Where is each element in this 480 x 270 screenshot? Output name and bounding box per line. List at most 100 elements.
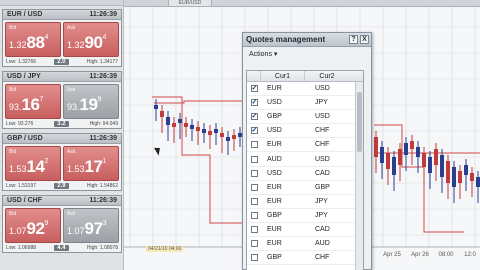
candle-body — [374, 137, 378, 157]
header-cur1[interactable]: Cur1 — [261, 71, 305, 81]
candle-body — [434, 149, 438, 165]
sell-price-pips: 92 — [26, 219, 45, 238]
row-checkbox-cell — [247, 225, 261, 233]
cur2-cell: CHF — [315, 254, 330, 262]
unchecked-checkbox[interactable] — [250, 169, 258, 177]
buy-price-fraction: 1 — [102, 158, 107, 165]
buy-price-prefix: 1.53 — [67, 164, 85, 174]
checked-checkbox[interactable]: ✓ — [250, 113, 258, 121]
x-axis-tick-label: 08:00 — [438, 252, 454, 258]
quotes-management-dialog[interactable]: Quotes management ? X Actions ▾ Cur1 Cur… — [242, 32, 372, 270]
tile-header[interactable]: EUR / USD 11:26:39 — [3, 10, 121, 20]
buy-price-prefix: 93. — [67, 102, 80, 112]
cur2-cell: GBP — [315, 183, 330, 191]
buy-price-button[interactable]: Ask 1.53171 — [63, 146, 119, 181]
indicator-line-lower — [152, 96, 242, 224]
chart-tab[interactable]: EUR/USD — [168, 0, 212, 7]
header-checkbox-col — [247, 71, 261, 81]
pair-row[interactable]: ✓ EUR USD — [247, 82, 363, 97]
help-button[interactable]: ? — [349, 35, 358, 44]
pair-row[interactable]: GBP JPY — [247, 209, 363, 223]
row-checkbox-cell — [247, 169, 261, 177]
pair-row[interactable]: ✓ USD CHF — [247, 124, 363, 139]
cur1-cell: EUR — [267, 225, 282, 233]
pair-row[interactable]: ✓ GBP USD — [247, 110, 363, 125]
candle-body — [226, 137, 230, 141]
sell-price-button[interactable]: Bid 1.07929 — [5, 208, 61, 243]
buy-price-button[interactable]: Ask 93.199 — [63, 84, 119, 119]
currency-pair: USD / CHF — [7, 197, 42, 204]
x-axis-tick-label: Apr 25 — [383, 252, 401, 258]
grid-scrollbar[interactable] — [355, 82, 363, 270]
unchecked-checkbox[interactable] — [250, 254, 258, 262]
sell-price-prefix: 1.32 — [9, 40, 27, 50]
candle-body — [452, 167, 456, 187]
buy-price-button[interactable]: Ask 1.07973 — [63, 208, 119, 243]
unchecked-checkbox[interactable] — [250, 183, 258, 191]
indicator-line-upper — [154, 100, 242, 104]
checked-checkbox[interactable]: ✓ — [250, 85, 258, 93]
unchecked-checkbox[interactable] — [250, 225, 258, 233]
sell-price-button[interactable]: Bid 1.32884 — [5, 22, 61, 57]
sell-price-button[interactable]: Bid 1.53142 — [5, 146, 61, 181]
candle-body — [440, 155, 444, 177]
checked-checkbox[interactable]: ✓ — [250, 99, 258, 107]
cur2-cell: CAD — [315, 169, 330, 177]
quote-tile[interactable]: EUR / USD 11:26:39 Bid 1.32884 Ask 1.329… — [2, 9, 122, 67]
sell-label: Bid — [9, 25, 17, 31]
pair-row[interactable]: EUR CAD — [247, 223, 363, 238]
sell-price: 1.32884 — [9, 33, 48, 53]
pair-row[interactable]: EUR CHF — [247, 138, 363, 153]
checked-checkbox[interactable]: ✓ — [250, 127, 258, 135]
row-checkbox-cell — [247, 211, 261, 219]
close-button[interactable]: X — [360, 35, 369, 44]
unchecked-checkbox[interactable] — [250, 240, 258, 248]
buy-price-button[interactable]: Ask 1.32904 — [63, 22, 119, 57]
tile-header[interactable]: USD / JPY 11:26:39 — [3, 72, 121, 82]
pair-row[interactable]: USD CAD — [247, 167, 363, 181]
unchecked-checkbox[interactable] — [250, 155, 258, 163]
pair-row[interactable]: EUR AUD — [247, 237, 363, 252]
quote-tile[interactable]: GBP / USD 11:26:39 Bid 1.53142 Ask 1.53 1… — [2, 133, 122, 191]
pair-row[interactable]: EUR GBP — [247, 181, 363, 195]
unchecked-checkbox[interactable] — [250, 141, 258, 149]
unchecked-checkbox[interactable] — [250, 197, 258, 205]
tile-footer: Low: 93.276 3.2 High: 94.049 — [3, 119, 121, 129]
spread-badge: 2.0 — [54, 59, 69, 65]
quote-tile[interactable]: USD / CHF 11:26:39 Bid 1.07929 Ask 1.079… — [2, 195, 122, 253]
actions-menu[interactable]: Actions ▾ — [249, 50, 277, 58]
scrollbar-thumb[interactable] — [357, 92, 362, 152]
row-checkbox-cell: ✓ — [247, 127, 261, 135]
cur2-cell: USD — [315, 85, 330, 93]
tile-header[interactable]: USD / CHF 11:26:39 — [3, 196, 121, 206]
cur1-cell: EUR — [267, 141, 282, 149]
daily-low: Low: 1.06988 — [6, 245, 37, 251]
buy-price: 1.53171 — [67, 157, 106, 177]
cur2-cell: CHF — [315, 141, 330, 149]
pair-row[interactable]: ✓ USD JPY — [247, 96, 363, 111]
header-cur2[interactable]: Cur2 — [305, 71, 349, 81]
daily-high: High: 94.049 — [89, 121, 118, 127]
pair-row[interactable]: GBP CHF — [247, 251, 363, 266]
pair-row[interactable]: EUR JPY — [247, 195, 363, 209]
buy-label: Ask — [67, 149, 76, 155]
pair-row[interactable]: AUD USD — [247, 152, 363, 167]
buy-price-fraction: 4 — [102, 34, 107, 41]
sell-price-prefix: 1.53 — [9, 164, 27, 174]
candle-body — [166, 117, 170, 125]
dialog-title-bar[interactable]: Quotes management ? X — [243, 33, 371, 47]
cur1-cell: EUR — [267, 197, 282, 205]
daily-low: Low: 93.276 — [6, 121, 34, 127]
sell-price: 1.07929 — [9, 219, 48, 239]
buy-label: Ask — [67, 87, 76, 93]
quote-tile[interactable]: USD / JPY 11:26:39 Bid 93.167 Ask 93.199… — [2, 71, 122, 129]
sell-price-button[interactable]: Bid 93.167 — [5, 84, 61, 119]
buy-label: Ask — [67, 25, 76, 31]
quotes-panel: EUR / USD 11:26:39 Bid 1.32884 Ask 1.329… — [0, 0, 124, 270]
buy-price-fraction: 9 — [97, 96, 102, 103]
candle-body — [196, 127, 200, 131]
candle-body — [410, 141, 414, 149]
unchecked-checkbox[interactable] — [250, 211, 258, 219]
tile-header[interactable]: GBP / USD 11:26:39 — [3, 134, 121, 144]
cur1-cell: AUD — [267, 155, 282, 163]
